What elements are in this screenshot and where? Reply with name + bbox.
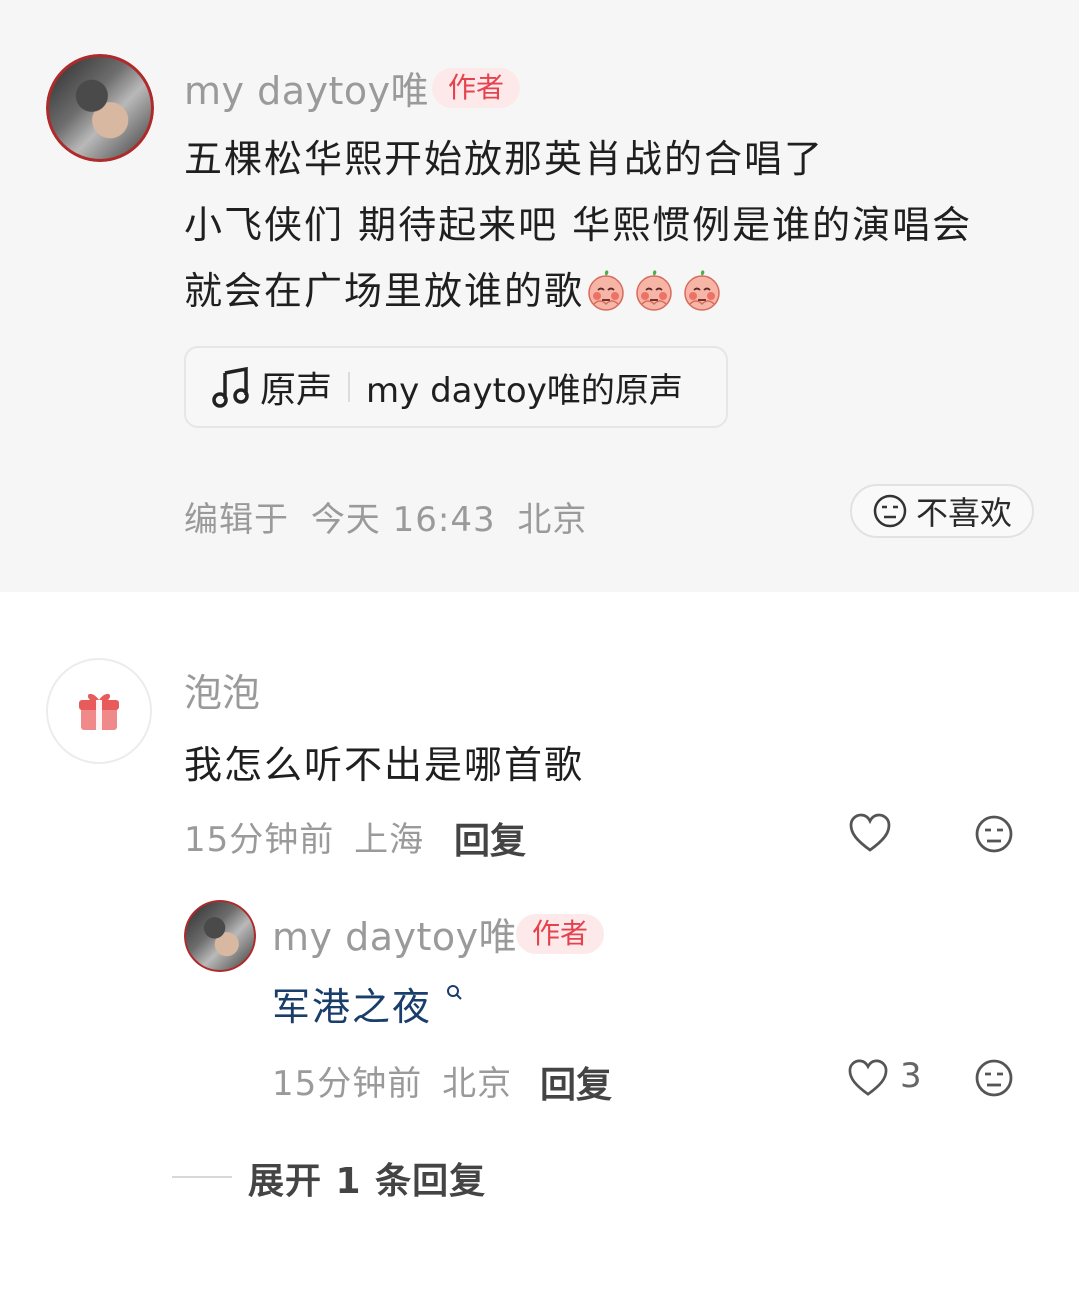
commenter-name[interactable]: 泡泡 bbox=[184, 662, 260, 717]
reply-like-heart-icon[interactable] bbox=[846, 1058, 890, 1098]
expand-replies-button[interactable]: 展开 1 条回复 bbox=[248, 1152, 486, 1204]
original-sound-chip[interactable]: 原声 my daytoy唯的原声 bbox=[184, 346, 728, 428]
post-time: 今天 16:43 bbox=[310, 500, 496, 540]
reply-meta: 15分钟前 北京 bbox=[272, 1056, 512, 1105]
comment-time: 15分钟前 bbox=[184, 820, 335, 860]
reply-author-avatar[interactable] bbox=[184, 900, 256, 972]
post-line-2: 小飞侠们 期待起来吧 华熙惯例是谁的演唱会 bbox=[184, 203, 973, 247]
post-location: 北京 bbox=[517, 500, 588, 540]
commenter-avatar[interactable] bbox=[46, 658, 152, 764]
dislike-label: 不喜欢 bbox=[915, 494, 1012, 532]
comment-text: 我怎么听不出是哪首歌 bbox=[184, 743, 585, 787]
expand-divider bbox=[172, 1176, 232, 1178]
meh-face-icon bbox=[873, 494, 907, 528]
reply-author-badge: 作者 bbox=[516, 914, 605, 954]
post-author-avatar[interactable] bbox=[46, 54, 154, 162]
peach-shy-emoji bbox=[588, 270, 624, 311]
comment-meta: 15分钟前 上海 bbox=[184, 812, 424, 861]
comment-location: 上海 bbox=[354, 820, 425, 860]
edited-label: 编辑于 bbox=[184, 500, 289, 540]
dislike-button[interactable]: 不喜欢 bbox=[850, 484, 1034, 538]
sound-label: 原声 bbox=[260, 370, 333, 411]
sound-divider bbox=[348, 372, 351, 402]
post-line-1: 五棵松华熙开始放那英肖战的合唱了 bbox=[184, 137, 825, 181]
peach-shy-emoji bbox=[684, 270, 720, 311]
emoji-group bbox=[584, 269, 728, 313]
sound-source: my daytoy唯的原声 bbox=[366, 370, 683, 411]
reply-time: 15分钟前 bbox=[272, 1064, 423, 1104]
comment-like-heart-icon[interactable] bbox=[848, 812, 892, 854]
peach-shy-emoji bbox=[636, 270, 672, 311]
comment-reply-button[interactable]: 回复 bbox=[454, 812, 526, 864]
reply-like-count: 3 bbox=[900, 1056, 922, 1096]
search-icon bbox=[447, 985, 462, 1000]
comment-dislike-icon[interactable] bbox=[974, 814, 1014, 854]
reply-author-name[interactable]: my daytoy唯 bbox=[272, 906, 517, 961]
reply-reply-button[interactable]: 回复 bbox=[540, 1056, 612, 1108]
post-line-3: 就会在广场里放谁的歌 bbox=[184, 258, 1054, 324]
author-badge: 作者 bbox=[432, 68, 521, 108]
reply-location: 北京 bbox=[442, 1064, 513, 1104]
post-card: my daytoy唯 作者 五棵松华熙开始放那英肖战的合唱了 小飞侠们 期待起来… bbox=[0, 0, 1079, 592]
gift-icon bbox=[79, 693, 119, 730]
music-note-icon bbox=[212, 366, 249, 408]
post-content: 五棵松华熙开始放那英肖战的合唱了 小飞侠们 期待起来吧 华熙惯例是谁的演唱会 就… bbox=[184, 126, 1054, 324]
post-meta: 编辑于 今天 16:43 北京 bbox=[184, 492, 587, 541]
song-search-link[interactable]: 军港之夜 bbox=[272, 976, 464, 1031]
reply-dislike-icon[interactable] bbox=[974, 1058, 1014, 1098]
post-line-3-text: 就会在广场里放谁的歌 bbox=[184, 269, 585, 313]
post-author-name[interactable]: my daytoy唯 bbox=[184, 60, 429, 115]
song-link-text: 军港之夜 bbox=[272, 985, 433, 1029]
